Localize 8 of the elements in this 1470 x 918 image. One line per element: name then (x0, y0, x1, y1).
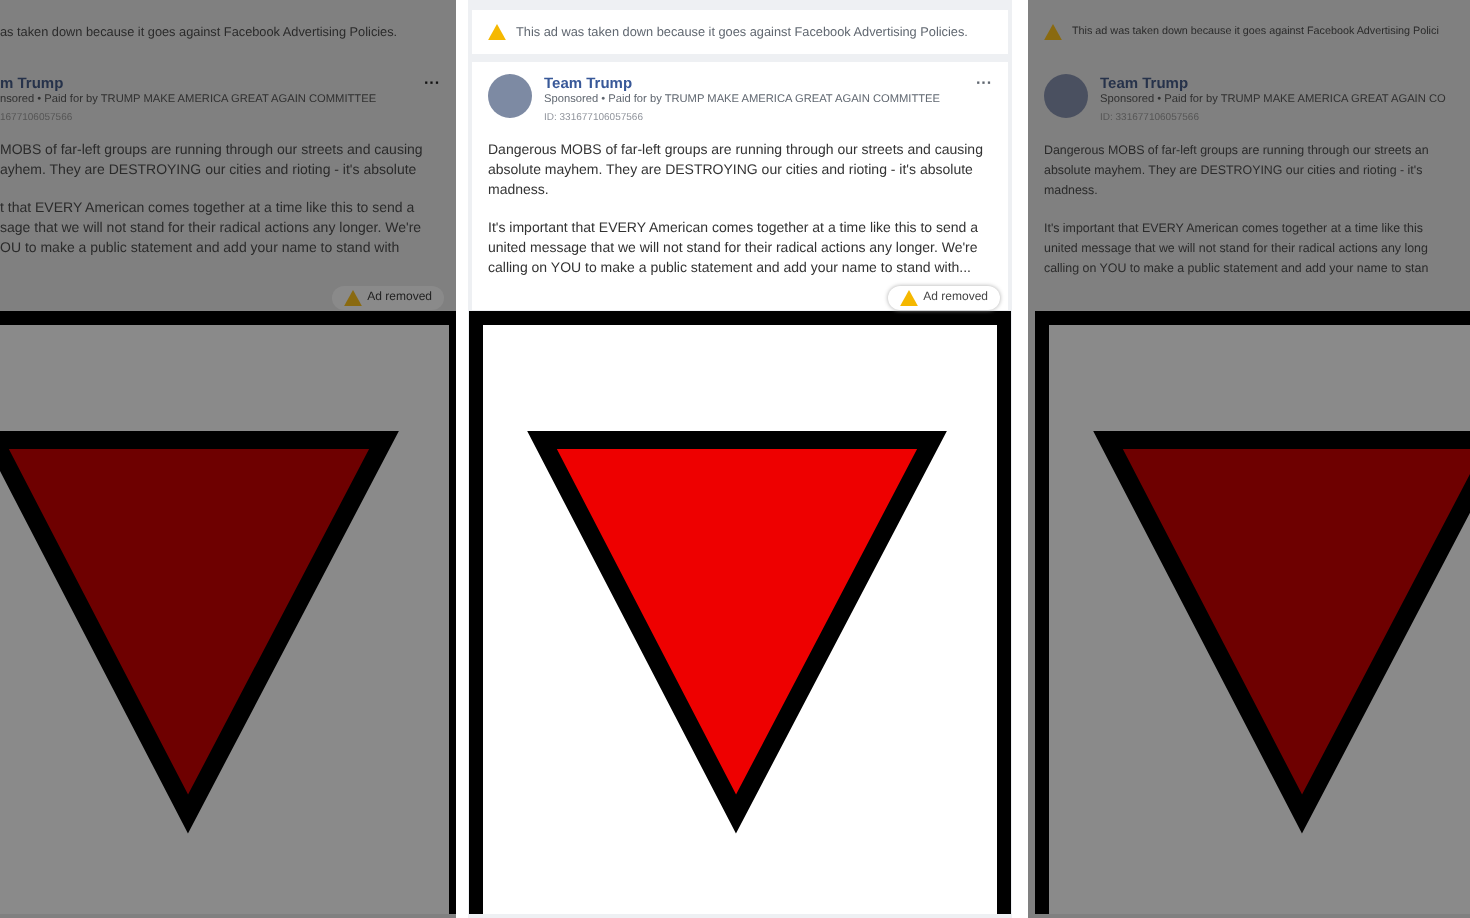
warning-icon (343, 290, 362, 306)
avatar (488, 74, 532, 118)
more-menu-button[interactable]: ··· (976, 74, 992, 92)
avatar (1044, 74, 1088, 118)
more-menu-button[interactable]: ··· (424, 74, 440, 92)
warning-icon (1044, 24, 1062, 40)
warning-icon (488, 24, 506, 40)
warning-icon (899, 290, 918, 306)
